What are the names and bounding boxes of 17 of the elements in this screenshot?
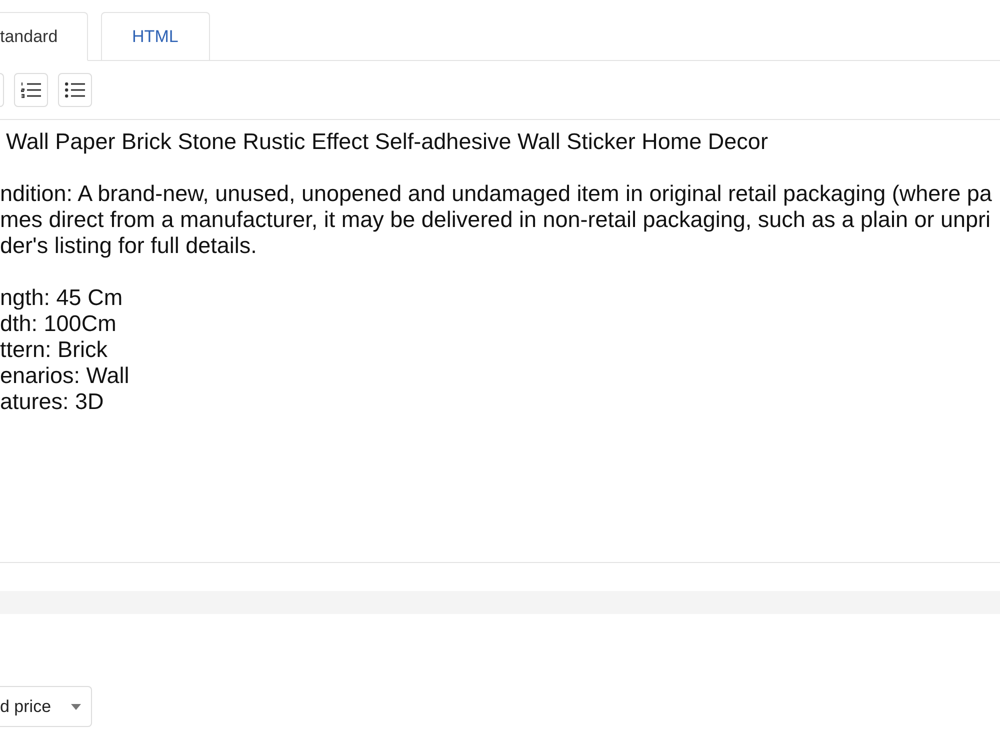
caret-icon xyxy=(71,704,81,710)
editor-text-line: enarios: Wall xyxy=(0,363,130,388)
bulleted-list-icon xyxy=(65,81,85,99)
numbered-list-icon xyxy=(21,81,41,99)
editor-text-line: der's listing for full details. xyxy=(0,233,257,258)
editor-text-line: ngth: 45 Cm xyxy=(0,285,123,310)
editor-text-line: atures: 3D xyxy=(0,389,104,414)
editor-tab[interactable]: HTML xyxy=(100,12,210,60)
price-dropdown[interactable]: d price xyxy=(0,686,92,727)
editor-text-line: mes direct from a manufacturer, it may be delivered in non-retail packaging, such as a plain or unpri xyxy=(0,207,990,232)
editor-tab[interactable]: tandard xyxy=(0,12,88,61)
editor-text-line: ttern: Brick xyxy=(0,337,108,362)
editor-text-line: ndition: A brand-new, unused, unopened and undamaged item in original retail packaging (where pa xyxy=(0,181,992,206)
numbered-list-button[interactable] xyxy=(14,73,48,107)
editor-text-line: dth: 100Cm xyxy=(0,311,116,336)
bulleted-list-button[interactable] xyxy=(58,73,92,107)
editor-text-line: Wall Paper Brick Stone Rustic Effect Self-adhesive Wall Sticker Home Decor xyxy=(6,129,768,154)
